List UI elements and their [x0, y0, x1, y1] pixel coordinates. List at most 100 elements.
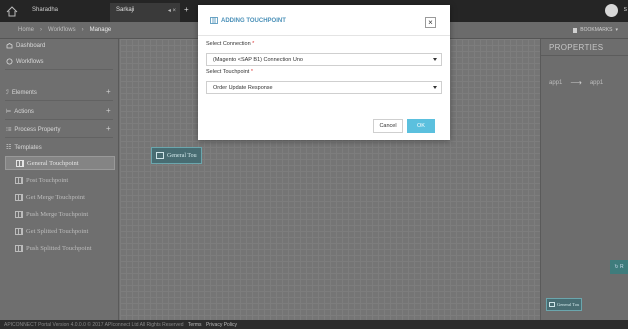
breadcrumb: Home › Workflows › Manage — [18, 27, 111, 33]
divider — [5, 119, 113, 120]
refresh-label: ↻ R — [614, 264, 624, 270]
connection-label: Select Connection * — [206, 41, 254, 47]
sidebar-item-label: Workflows — [16, 58, 44, 65]
expand-elements-icon[interactable]: + — [106, 87, 111, 96]
sidebar-item-label: Templates — [14, 144, 42, 151]
sidebar-item-actions[interactable]: ⊨ Actions — [6, 108, 34, 116]
touchpoint-icon — [15, 176, 23, 184]
bookmarks-menu[interactable]: BOOKMARKS ▾ — [573, 27, 618, 33]
home-icon[interactable] — [0, 0, 24, 22]
connection-select[interactable]: (Magento <SAP B1) Connection Uno — [206, 53, 442, 66]
touchpoint-icon — [15, 244, 23, 252]
chevron-down-icon: ▾ — [615, 27, 618, 33]
chevron-down-icon — [433, 86, 437, 89]
template-label: Push Splitted Touchpoint — [26, 244, 92, 252]
dashboard-icon — [6, 43, 13, 49]
divider — [541, 55, 628, 56]
properties-title: PROPERTIES — [549, 43, 604, 52]
divider — [198, 35, 450, 36]
required-mark: * — [252, 41, 255, 47]
template-item-push-merge-touchpoint[interactable]: Push Merge Touchpoint — [5, 207, 115, 221]
touchpoint-icon — [16, 159, 24, 167]
bookmarks-label: BOOKMARKS — [580, 27, 613, 33]
tab-controls[interactable]: ◂ × — [168, 7, 176, 14]
breadcrumb-separator: › — [81, 27, 84, 33]
modal-title: ADDING TOUCHPOINT — [210, 17, 286, 24]
templates-icon: ☷ — [6, 145, 12, 151]
touchpoint-label: Select Touchpoint * — [206, 69, 253, 75]
template-item-push-splitted-touchpoint[interactable]: Push Splitted Touchpoint — [5, 241, 115, 255]
divider — [5, 137, 113, 138]
template-item-post-touchpoint[interactable]: Post Touchpoint — [5, 173, 115, 187]
template-item-get-merge-touchpoint[interactable]: Get Merge Touchpoint — [5, 190, 115, 204]
sidebar-item-label: Elements — [11, 89, 37, 96]
ok-button[interactable]: OK — [407, 119, 435, 133]
divider — [5, 69, 113, 70]
template-label: Get Splitted Touchpoint — [26, 227, 89, 235]
user-avatar[interactable] — [605, 4, 618, 17]
connection-select-value: (Magento <SAP B1) Connection Uno — [213, 57, 303, 63]
chevron-down-icon — [433, 58, 437, 61]
elements-icon: ℐ — [6, 90, 9, 96]
template-label: Push Merge Touchpoint — [26, 210, 89, 218]
canvas-node-general-touchpoint[interactable]: General Tou — [151, 147, 202, 164]
privacy-link[interactable]: Privacy Policy — [206, 322, 237, 328]
touchpoint-icon — [549, 302, 555, 307]
properties-node-label: General Tou — [557, 302, 580, 307]
close-icon: × — [428, 18, 433, 27]
close-button[interactable]: × — [425, 17, 436, 28]
breadcrumb-separator: › — [40, 27, 43, 33]
template-item-get-splitted-touchpoint[interactable]: Get Splitted Touchpoint — [5, 224, 115, 238]
touchpoint-icon — [156, 152, 164, 159]
footer-text: APICONNECT Portal Version 4.0.0.0 © 2017… — [4, 322, 184, 328]
actions-icon: ⊨ — [6, 109, 12, 115]
user-name[interactable]: S — [624, 7, 627, 13]
tab-label: Sarkaji — [116, 7, 135, 13]
breadcrumb-workflows[interactable]: Workflows — [48, 27, 76, 33]
sidebar-item-label: Actions — [14, 108, 34, 115]
breadcrumb-home[interactable]: Home — [18, 27, 34, 33]
properties-node[interactable]: General Tou — [546, 298, 582, 311]
template-label: Post Touchpoint — [26, 176, 69, 184]
template-item-general-touchpoint[interactable]: General Touchpoint — [5, 156, 115, 170]
source-app-image: app1 — [549, 79, 563, 86]
sidebar-item-templates[interactable]: ☷ Templates — [6, 144, 42, 152]
bookmark-icon — [573, 27, 578, 33]
required-mark: * — [250, 69, 253, 75]
cancel-label: Cancel — [379, 123, 397, 129]
properties-panel: PROPERTIES app1 ⟶ app1 ↻ R General Tou — [540, 39, 628, 320]
sidebar-item-workflows[interactable]: Workflows — [6, 58, 44, 65]
app-brand: Sharadha — [32, 7, 59, 13]
properties-flow: app1 ⟶ app1 — [549, 78, 603, 87]
canvas-node-label: General Tou — [167, 152, 197, 159]
touchpoint-select[interactable]: Order Update Response — [206, 81, 442, 94]
add-tab-button[interactable]: + — [184, 5, 189, 14]
expand-actions-icon[interactable]: + — [106, 106, 111, 115]
touchpoint-label-text: Select Touchpoint — [206, 69, 250, 75]
touchpoint-icon — [15, 227, 23, 235]
sidebar-item-dashboard[interactable]: Dashboard — [6, 43, 45, 49]
sidebar-item-label: Dashboard — [16, 43, 46, 49]
connection-label-text: Select Connection — [206, 41, 251, 47]
workspace-tab[interactable]: Sarkaji ◂ × — [110, 3, 180, 22]
target-app-image: app1 — [589, 79, 604, 86]
expand-process-property-icon[interactable]: + — [106, 124, 111, 133]
arrow-right-icon: ⟶ — [570, 78, 582, 87]
template-label: General Touchpoint — [27, 159, 79, 167]
divider — [5, 100, 113, 101]
sidebar-item-label: Process Property — [14, 126, 61, 133]
touchpoint-select-value: Order Update Response — [213, 85, 273, 91]
touchpoint-icon — [15, 210, 23, 218]
refresh-button[interactable]: ↻ R — [610, 260, 628, 274]
ok-label: OK — [417, 123, 425, 129]
sidebar-item-elements[interactable]: ℐ Elements — [6, 89, 37, 97]
template-label: Get Merge Touchpoint — [26, 193, 85, 201]
touchpoint-icon — [210, 17, 218, 24]
footer: APICONNECT Portal Version 4.0.0.0 © 2017… — [0, 320, 628, 329]
terms-link[interactable]: Terms — [188, 322, 202, 328]
cancel-button[interactable]: Cancel — [373, 119, 403, 133]
sidebar: Dashboard Workflows ℐ Elements + ⊨ Actio… — [0, 39, 119, 320]
workflows-icon — [6, 58, 13, 65]
modal-title-text: ADDING TOUCHPOINT — [221, 17, 286, 24]
sidebar-item-process-property[interactable]: ⁝≡ Process Property — [6, 126, 61, 134]
